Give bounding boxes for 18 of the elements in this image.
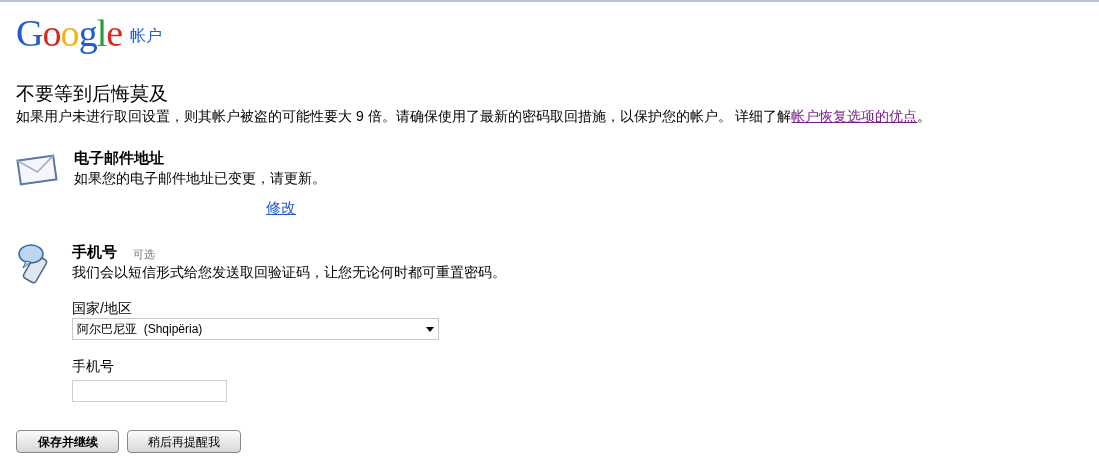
remind-later-button[interactable]: 稍后再提醒我 [127, 430, 241, 453]
phone-section-title: 手机号 [72, 242, 117, 262]
edit-email-link[interactable]: 修改 [266, 199, 296, 216]
product-name: 帐户 [130, 26, 163, 46]
page-heading: 不要等到后悔莫及 [16, 82, 169, 106]
optional-label: 可选 [133, 246, 155, 262]
intro-text: 如果用户未进行取回设置，则其帐户被盗的可能性要大 9 倍。请确保使用了最新的密码取回措施，以保护您的帐户。 详细了解帐户恢复选项的优点。 [16, 107, 933, 126]
country-dropdown[interactable]: 阿尔巴尼亚 (Shqipëria) [72, 318, 439, 340]
google-logo: Google [16, 14, 123, 52]
phone-number-field[interactable] [72, 380, 227, 402]
learn-more-link[interactable]: 帐户恢复选项的优点 [791, 108, 918, 124]
email-section-title: 电子邮件地址 [74, 148, 165, 168]
email-description: 如果您的电子邮件地址已变更，请更新。 [74, 169, 326, 188]
phone-number-label: 手机号 [72, 357, 115, 376]
save-and-continue-button[interactable]: 保存并继续 [16, 430, 119, 453]
country-label: 国家/地区 [72, 299, 133, 318]
phone-description: 我们会以短信形式给您发送取回验证码，让您无论何时都可重置密码。 [72, 263, 506, 282]
dropdown-caret-icon [426, 326, 434, 332]
